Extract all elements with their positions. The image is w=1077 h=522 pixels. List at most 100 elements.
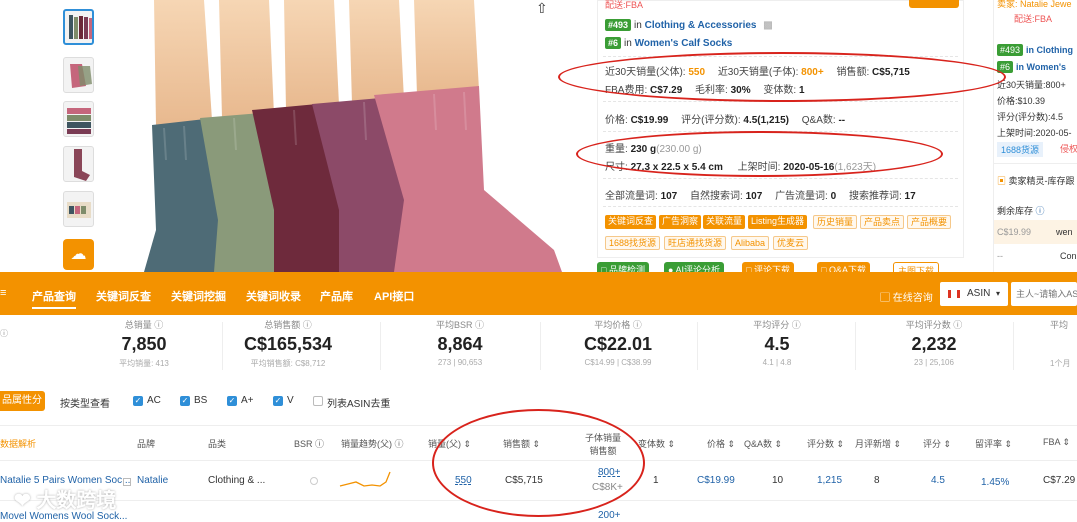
help-icon: ⓘ <box>475 320 485 330</box>
row1-rating[interactable]: 4.5 <box>931 475 945 486</box>
nav-keyword-index[interactable]: 关键词收录 <box>246 288 301 304</box>
online-consult[interactable]: ▢ 在线咨询 <box>880 289 933 304</box>
label-dedupe: 列表ASIN去重 <box>327 399 391 410</box>
sprite-row[interactable]: ▣ 卖家精灵-库存跟 <box>997 174 1075 187</box>
chart-icon[interactable]: ▩ <box>763 20 772 31</box>
nav-product-search[interactable]: 产品查询 <box>32 288 76 309</box>
right-sales: 近30天销量:800+ <box>997 80 1066 90</box>
tag-1688[interactable]: 1688找货源 <box>605 236 661 250</box>
menu-icon[interactable]: ≡ <box>0 287 6 299</box>
tag-selling-points[interactable]: 产品卖点 <box>860 215 905 229</box>
row2-child-sales[interactable]: 200+ <box>598 510 621 521</box>
checkbox-aplus[interactable]: ✓ <box>227 396 237 406</box>
th-revenue[interactable]: 销售额 ⇕ <box>503 437 540 450</box>
nav-keyword-reverse[interactable]: 关键词反查 <box>96 288 151 304</box>
top-orange-button[interactable] <box>909 0 959 8</box>
tag-keyword-reverse[interactable]: 关键词反查 <box>605 215 657 229</box>
th-qa[interactable]: Q&A数 ⇕ <box>744 437 782 450</box>
size-row: 尺寸: 27.3 x 22.5 x 5.4 cm 上架时间: 2020-05-1… <box>605 162 877 173</box>
stat-total-sales: 总销量 ⓘ 7,850 平均销量: 413 <box>119 320 169 368</box>
th-review-rate[interactable]: 留评率 ⇕ <box>975 437 1012 450</box>
search-input[interactable] <box>1011 282 1077 306</box>
nav-keyword-mining[interactable]: 关键词挖掘 <box>171 288 226 304</box>
help-icon: ⓘ <box>394 439 404 449</box>
th-variants[interactable]: 变体数 ⇕ <box>638 437 675 450</box>
right-price: 价格:$10.39 <box>997 96 1046 106</box>
tag-wangdian[interactable]: 旺店通找货源 <box>664 236 727 250</box>
row1-sales-parent[interactable]: 550 <box>455 475 472 486</box>
thumbnail-3[interactable] <box>63 101 94 137</box>
sprite-icon: ▣ <box>997 176 1007 186</box>
row1-reviews[interactable]: 1,215 <box>817 475 842 486</box>
right-rank1[interactable]: #493 in Clothing <box>997 44 1073 56</box>
th-fba[interactable]: FBA ⇕ <box>1043 437 1070 448</box>
thumbnail-5[interactable] <box>63 191 94 227</box>
th-brand[interactable]: 品牌 <box>137 437 155 450</box>
th-price[interactable]: 价格 ⇕ <box>707 437 735 450</box>
checkbox-dedupe[interactable] <box>313 396 323 406</box>
tag-related-traffic[interactable]: 关联流量 <box>703 215 746 229</box>
thumbnail-2[interactable] <box>63 57 94 93</box>
th-rating[interactable]: 评分 ⇕ <box>923 437 951 450</box>
rank-overall[interactable]: #493 in Clothing & Accessories ▩ <box>605 19 773 31</box>
nav-api[interactable]: API接口 <box>374 288 414 304</box>
rank-category[interactable]: Clothing & Accessories <box>645 20 757 31</box>
row1-category: Clothing & ... <box>208 475 266 486</box>
stock-dash: -- <box>997 251 1003 261</box>
right-rank2[interactable]: #6 in Women's <box>997 61 1066 73</box>
stock-price: C$19.99 <box>997 227 1032 237</box>
right-1688-button[interactable]: 1688货源 <box>997 142 1044 157</box>
tag-alibaba[interactable]: Alibaba <box>731 236 770 250</box>
price-row: 价格: C$19.99 评分(评分数): 4.5(1,215) Q&A数: -- <box>605 115 846 126</box>
brand-icon <box>123 478 131 486</box>
th-reviews[interactable]: 评分数 ⇕ <box>807 437 844 450</box>
chevron-down-icon: ▾ <box>996 289 1001 298</box>
bsr-icon[interactable] <box>310 477 318 485</box>
label-bs: BS <box>194 395 208 406</box>
row1-fba: C$7.29 <box>1043 475 1076 486</box>
rank-sub[interactable]: #6 in Women's Calf Socks <box>605 37 732 49</box>
row1-price[interactable]: C$19.99 <box>697 475 735 486</box>
tab-attribute-analysis[interactable]: 品属性分析 <box>0 391 45 426</box>
help-icon: ⓘ <box>154 320 164 330</box>
chat-icon: ▢ <box>880 293 890 304</box>
th-sales-parent[interactable]: 销量(父) ⇕ <box>428 437 471 450</box>
nav-product-library[interactable]: 产品库 <box>320 288 353 304</box>
tag-summary[interactable]: 产品概要 <box>907 215 952 229</box>
right-listed: 上架时间:2020-05- <box>997 128 1072 138</box>
row1-review-rate[interactable]: 1.45% <box>981 477 1009 488</box>
th-category[interactable]: 品类 <box>208 437 226 450</box>
th-sales-trend[interactable]: 销量趋势(父) ⓘ <box>341 437 404 450</box>
help-icon: ⓘ <box>1035 206 1045 216</box>
sort-icon: ⇕ <box>943 439 952 449</box>
tag-history-sales[interactable]: 历史销量 <box>813 215 858 229</box>
row1-qa: 10 <box>772 475 784 486</box>
th-data[interactable]: 数据解析 <box>0 437 36 450</box>
tag-listing-generator[interactable]: Listing生成器 <box>748 215 808 229</box>
th-child-sales[interactable]: 子体销量 销售额 <box>585 431 621 457</box>
watermark-logo: ❤ 大数跨境 <box>14 490 117 512</box>
right-rating: 评分(评分数):4.5 <box>997 112 1064 122</box>
thumbnail-4[interactable] <box>63 146 94 182</box>
download-icon[interactable]: ☁ <box>63 239 94 270</box>
checkbox-v[interactable]: ✓ <box>273 396 283 406</box>
weight-row: 重量: 230 g(230.00 g) <box>605 144 702 155</box>
th-bsr[interactable]: BSR ⓘ <box>294 437 324 450</box>
share-icon[interactable]: ⇧ <box>536 0 548 17</box>
help-icon: ⓘ <box>315 439 325 449</box>
checkbox-bs[interactable]: ✓ <box>180 396 190 406</box>
tag-ad-insight[interactable]: 广告洞察 <box>659 215 702 229</box>
rank-category[interactable]: Women's Calf Socks <box>635 38 733 49</box>
sort-icon: ⇕ <box>667 439 676 449</box>
right-infringe-button[interactable]: 侵权 <box>1060 142 1077 155</box>
thumbnail-1[interactable] <box>63 9 94 45</box>
country-select[interactable]: ASIN ▾ <box>940 282 1008 306</box>
th-monthly-new[interactable]: 月评新增 ⇕ <box>855 437 901 450</box>
sort-icon: ⇕ <box>774 439 783 449</box>
tag-youmaiyun[interactable]: 优麦云 <box>773 236 809 250</box>
row1-child-sales[interactable]: 800+ <box>598 467 621 478</box>
checkbox-ac[interactable]: ✓ <box>133 396 143 406</box>
tab-by-type[interactable]: 按类型查看 <box>60 395 110 410</box>
row1-brand[interactable]: Natalie <box>137 475 168 486</box>
stat-avg-rating: 平均评分 ⓘ 4.5 4.1 | 4.8 <box>753 320 801 367</box>
